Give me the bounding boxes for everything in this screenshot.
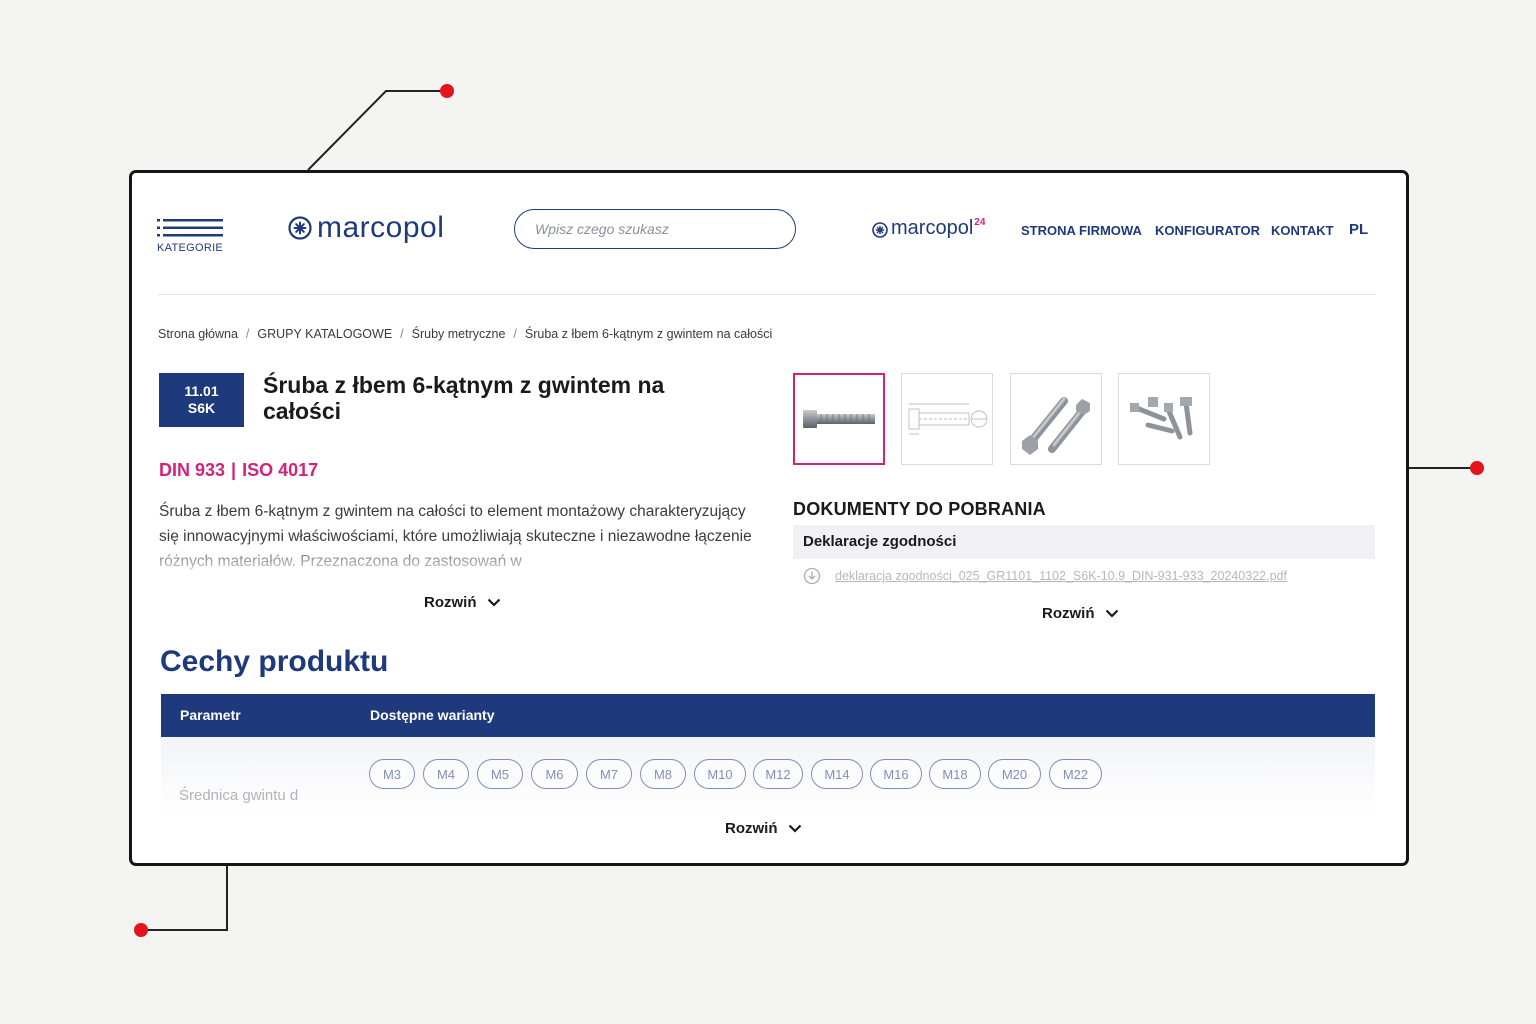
chevron-down-icon [1105, 609, 1118, 618]
breadcrumb-catalog-groups[interactable]: GRUPY KATALOGOWE [257, 327, 392, 341]
breadcrumb-current: Śruba z łbem 6-kątnym z gwintem na całoś… [524, 327, 773, 341]
document-download-link[interactable]: deklaracja zgodności_025_GR1101_1102_S6K… [803, 567, 1287, 585]
variant-chip[interactable]: M10 [694, 759, 746, 789]
marcopol24-logo[interactable]: marcopol 24 [872, 217, 985, 240]
gallery-thumbnail-2[interactable] [901, 373, 993, 465]
browser-window: KATEGORIE marcopol marcopol 24 STRONA FI… [129, 170, 1409, 866]
variant-chip[interactable]: M16 [870, 759, 922, 789]
variant-chip[interactable]: M22 [1049, 759, 1102, 789]
expand-label: Rozwiń [424, 594, 477, 611]
column-variants: Dostępne warianty [370, 707, 495, 723]
download-icon [803, 567, 821, 585]
table-row: Średnica gwintu d M3 M4 M5 M6 M7 M8 M10 … [161, 737, 1375, 817]
variant-chip[interactable]: M14 [811, 759, 863, 789]
parameter-label: Średnica gwintu d [179, 787, 299, 804]
nav-configurator[interactable]: KONFIGURATOR [1155, 223, 1260, 238]
language-switch[interactable]: PL [1349, 221, 1368, 238]
logo24-superscript: 24 [974, 217, 986, 228]
breadcrumb-home[interactable]: Strona główna [158, 327, 238, 341]
variant-chip[interactable]: M8 [640, 759, 686, 789]
document-filename: deklaracja zgodności_025_GR1101_1102_S6K… [835, 569, 1287, 583]
logo24-text: marcopol [891, 217, 974, 239]
bolt-side-view-image [803, 410, 875, 428]
breadcrumb-metric-screws[interactable]: Śruby metryczne [412, 327, 506, 341]
product-code-badge: 11.01 S6K [159, 373, 244, 427]
nav-company-page[interactable]: STRONA FIRMOWA [1021, 223, 1142, 238]
hamburger-icon [157, 219, 223, 237]
variant-chip[interactable]: M12 [753, 759, 803, 789]
product-standards: DIN 933 | ISO 4017 [159, 460, 318, 481]
bolt-technical-drawing-image [908, 403, 988, 435]
header-divider [158, 294, 1376, 295]
variant-chip[interactable]: M3 [369, 759, 415, 789]
declarations-section-header[interactable]: Deklaracje zgodności [793, 525, 1375, 559]
description-expand-button[interactable]: Rozwiń [424, 594, 501, 611]
breadcrumb-separator: / [400, 327, 404, 341]
product-code-symbol: S6K [187, 400, 216, 416]
features-expand-button[interactable]: Rozwiń [725, 820, 802, 837]
chevron-down-icon [788, 824, 801, 833]
product-title: Śruba z łbem 6-kątnym z gwintem na całoś… [263, 372, 665, 424]
breadcrumb-separator: / [245, 327, 250, 341]
bolt-set-image [1130, 397, 1193, 440]
categories-menu-button[interactable]: KATEGORIE [157, 218, 227, 254]
logo24-star-icon [872, 222, 888, 238]
features-table-header: Parametr Dostępne warianty [161, 694, 1375, 737]
logo-star-icon [288, 216, 312, 240]
breadcrumb-separator: / [513, 327, 517, 341]
nav-contact[interactable]: KONTAKT [1271, 223, 1334, 238]
variant-chip[interactable]: M5 [477, 759, 523, 789]
chevron-down-icon [487, 598, 500, 607]
two-bolts-angled-image [1022, 397, 1090, 455]
gallery-thumbnail-3[interactable] [1010, 373, 1102, 465]
standard-separator: | [231, 460, 237, 480]
variant-chip[interactable]: M20 [988, 759, 1041, 789]
variant-chip[interactable]: M7 [586, 759, 632, 789]
variant-chip[interactable]: M6 [531, 759, 578, 789]
logo-text: marcopol [317, 211, 445, 244]
documents-expand-button[interactable]: Rozwiń [1042, 605, 1119, 622]
breadcrumb: Strona główna / GRUPY KATALOGOWE / Śruby met… [158, 327, 772, 341]
column-parameter: Parametr [180, 707, 241, 723]
variant-chip[interactable]: M4 [423, 759, 469, 789]
variant-chip[interactable]: M18 [929, 759, 981, 789]
expand-label: Rozwiń [1042, 605, 1095, 622]
product-code-number: 11.01 [184, 383, 219, 399]
features-heading: Cechy produktu [160, 645, 389, 678]
documents-heading: DOKUMENTY DO POBRANIA [793, 499, 1046, 519]
product-description: Śruba z łbem 6-kątnym z gwintem na całoś… [159, 503, 752, 570]
search-input[interactable] [514, 209, 796, 249]
gallery-thumbnail-4[interactable] [1118, 373, 1210, 465]
expand-label: Rozwiń [725, 820, 778, 837]
gallery-thumbnail-1[interactable] [793, 373, 885, 465]
categories-label: KATEGORIE [157, 242, 224, 254]
standard-din: DIN 933 [159, 460, 226, 480]
marcopol-logo[interactable]: marcopol [288, 211, 444, 245]
standard-iso: ISO 4017 [242, 460, 319, 480]
